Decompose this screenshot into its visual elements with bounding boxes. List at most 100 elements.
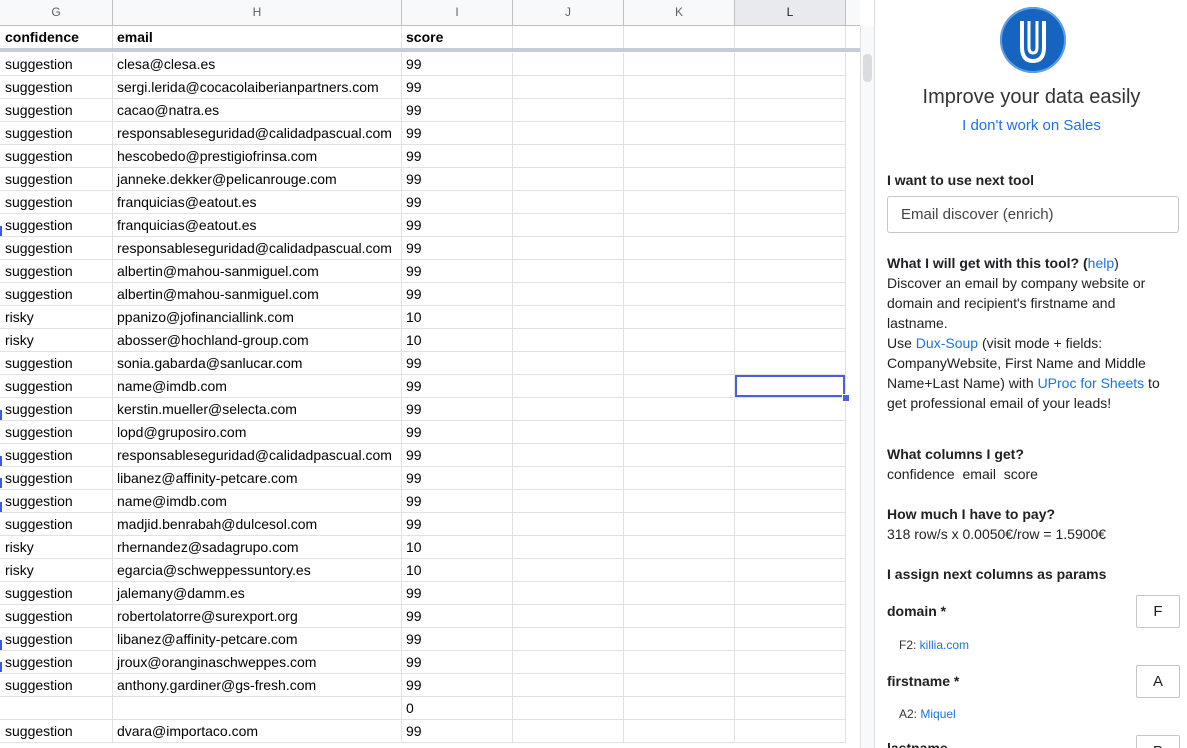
cell[interactable]: sonia.gabarda@sanlucar.com	[113, 352, 402, 375]
cell[interactable]: 10	[402, 536, 513, 559]
cell[interactable]	[513, 628, 624, 651]
cell[interactable]: suggestion	[0, 651, 113, 674]
cell[interactable]	[735, 720, 846, 743]
param-lastname-input[interactable]: B	[1136, 735, 1180, 748]
cell[interactable]: suggestion	[0, 191, 113, 214]
cell[interactable]: abosser@hochland-group.com	[113, 329, 402, 352]
cell[interactable]: 99	[402, 53, 513, 76]
cell[interactable]	[624, 582, 735, 605]
cell[interactable]	[113, 697, 402, 720]
cell[interactable]: suggestion	[0, 375, 113, 398]
cell[interactable]	[513, 145, 624, 168]
cell[interactable]: 99	[402, 260, 513, 283]
cell[interactable]	[735, 76, 846, 99]
cell[interactable]: 99	[402, 582, 513, 605]
cell[interactable]: suggestion	[0, 352, 113, 375]
uproc-sheets-link[interactable]: UProc for Sheets	[1038, 375, 1145, 391]
cell[interactable]	[735, 421, 846, 444]
cell[interactable]	[0, 697, 113, 720]
cell[interactable]	[735, 329, 846, 352]
cell[interactable]: albertin@mahou-sanmiguel.com	[113, 260, 402, 283]
help-link[interactable]: help	[1088, 255, 1114, 271]
cell[interactable]: 99	[402, 513, 513, 536]
param-firstname-input[interactable]: A	[1136, 665, 1180, 698]
cell[interactable]	[735, 168, 846, 191]
cell[interactable]	[735, 99, 846, 122]
cell[interactable]: kerstin.mueller@selecta.com	[113, 398, 402, 421]
cell[interactable]: 99	[402, 283, 513, 306]
cell[interactable]	[624, 26, 735, 49]
cell[interactable]: suggestion	[0, 628, 113, 651]
cell[interactable]: 99	[402, 168, 513, 191]
cell[interactable]: risky	[0, 329, 113, 352]
cell[interactable]: 99	[402, 444, 513, 467]
cell[interactable]	[513, 421, 624, 444]
cell[interactable]	[513, 490, 624, 513]
cell[interactable]: suggestion	[0, 214, 113, 237]
cell[interactable]	[735, 237, 846, 260]
cell[interactable]	[735, 214, 846, 237]
cell[interactable]	[624, 444, 735, 467]
cell[interactable]	[735, 398, 846, 421]
cell[interactable]	[624, 99, 735, 122]
cell[interactable]: responsableseguridad@calidadpascual.com	[113, 122, 402, 145]
column-header-i[interactable]: I	[402, 0, 513, 25]
cell[interactable]	[513, 306, 624, 329]
cell[interactable]: robertolatorre@surexport.org	[113, 605, 402, 628]
cell[interactable]	[624, 605, 735, 628]
cell[interactable]: 0	[402, 697, 513, 720]
sales-link[interactable]: I don't work on Sales	[875, 117, 1187, 134]
column-header-l[interactable]: L	[735, 0, 846, 25]
cell[interactable]	[624, 513, 735, 536]
cell[interactable]: suggestion	[0, 53, 113, 76]
cell[interactable]	[513, 398, 624, 421]
cell[interactable]: clesa@clesa.es	[113, 53, 402, 76]
cell[interactable]: 99	[402, 214, 513, 237]
cell[interactable]	[513, 674, 624, 697]
cell[interactable]: 99	[402, 467, 513, 490]
cell[interactable]: risky	[0, 559, 113, 582]
cell[interactable]: 99	[402, 145, 513, 168]
cell[interactable]: 99	[402, 352, 513, 375]
cell[interactable]	[624, 490, 735, 513]
cell[interactable]: suggestion	[0, 720, 113, 743]
cell[interactable]	[735, 444, 846, 467]
cell[interactable]: suggestion	[0, 398, 113, 421]
cell[interactable]: suggestion	[0, 76, 113, 99]
cell[interactable]	[624, 674, 735, 697]
cell[interactable]	[624, 697, 735, 720]
cell[interactable]	[735, 628, 846, 651]
cell[interactable]: hescobedo@prestigiofrinsa.com	[113, 145, 402, 168]
cell[interactable]	[513, 375, 624, 398]
cell[interactable]: 99	[402, 720, 513, 743]
cell[interactable]: confidence	[0, 26, 113, 49]
cell[interactable]: libanez@affinity-petcare.com	[113, 467, 402, 490]
cell[interactable]: 10	[402, 559, 513, 582]
cell[interactable]	[624, 559, 735, 582]
cell[interactable]	[513, 536, 624, 559]
cell[interactable]	[735, 651, 846, 674]
cell[interactable]: dvara@importaco.com	[113, 720, 402, 743]
cell[interactable]: suggestion	[0, 168, 113, 191]
cell[interactable]: madjid.benrabah@dulcesol.com	[113, 513, 402, 536]
cell[interactable]	[624, 467, 735, 490]
cell[interactable]	[735, 513, 846, 536]
cell[interactable]: lopd@gruposiro.com	[113, 421, 402, 444]
column-header-g[interactable]: G	[0, 0, 113, 25]
cell[interactable]	[624, 53, 735, 76]
cell[interactable]	[624, 76, 735, 99]
cell[interactable]	[735, 582, 846, 605]
cell[interactable]: suggestion	[0, 421, 113, 444]
cell[interactable]: sergi.lerida@cocacolaiberianpartners.com	[113, 76, 402, 99]
scrollbar-thumb[interactable]	[863, 54, 872, 82]
cell[interactable]: 99	[402, 375, 513, 398]
cell[interactable]: egarcia@schweppessuntory.es	[113, 559, 402, 582]
vertical-scrollbar[interactable]	[860, 26, 874, 748]
cell[interactable]: 99	[402, 651, 513, 674]
cell[interactable]	[735, 283, 846, 306]
cell[interactable]	[513, 168, 624, 191]
cell[interactable]	[513, 76, 624, 99]
cell[interactable]: responsableseguridad@calidadpascual.com	[113, 444, 402, 467]
cell[interactable]: 99	[402, 122, 513, 145]
cell[interactable]: franquicias@eatout.es	[113, 191, 402, 214]
